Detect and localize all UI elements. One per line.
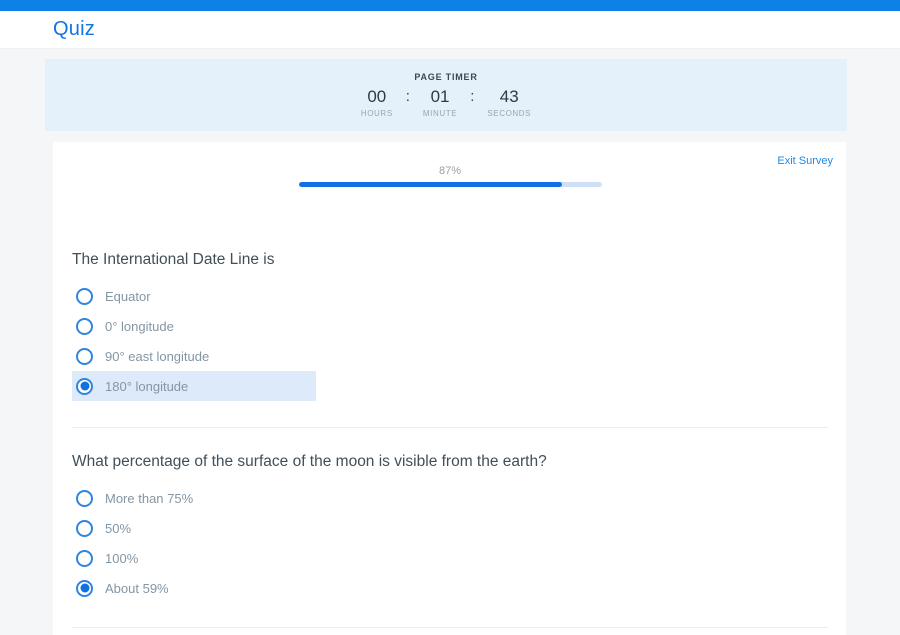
timer-seconds-cell: 43 SECONDS bbox=[487, 88, 531, 118]
radio-option-label: 0° longitude bbox=[105, 319, 174, 334]
radio-option-label: Equator bbox=[105, 289, 151, 304]
timer-minutes-cell: 01 MINUTE bbox=[423, 88, 457, 118]
radio-option[interactable]: More than 75% bbox=[72, 483, 316, 513]
radio-checked-icon[interactable] bbox=[76, 378, 93, 395]
exit-survey-link[interactable]: Exit Survey bbox=[777, 155, 833, 167]
radio-option[interactable]: 100% bbox=[72, 543, 316, 573]
timer-hours-value: 00 bbox=[367, 88, 386, 105]
radio-option-label: 100% bbox=[105, 551, 138, 566]
radio-icon[interactable] bbox=[76, 520, 93, 537]
radio-option[interactable]: Equator bbox=[72, 281, 316, 311]
progress-section: 87% bbox=[299, 165, 602, 187]
timer-seconds-value: 43 bbox=[500, 88, 519, 105]
survey-card: Exit Survey 87% The International Date L… bbox=[53, 142, 846, 635]
radio-option-label: 90° east longitude bbox=[105, 349, 209, 364]
question-1-options: Equator 0° longitude 90° east longitude … bbox=[72, 281, 828, 401]
page-timer-label: PAGE TIMER bbox=[45, 72, 847, 82]
question-block-1: The International Date Line is Equator 0… bbox=[72, 251, 828, 401]
page-timer-values: 00 HOURS : 01 MINUTE : 43 SECONDS bbox=[45, 88, 847, 118]
radio-icon[interactable] bbox=[76, 348, 93, 365]
question-divider bbox=[72, 427, 828, 428]
timer-seconds-unit: SECONDS bbox=[487, 109, 531, 118]
radio-icon[interactable] bbox=[76, 490, 93, 507]
progress-bar-track bbox=[299, 182, 602, 187]
radio-option[interactable]: 90° east longitude bbox=[72, 341, 316, 371]
progress-percent-label: 87% bbox=[299, 165, 602, 177]
question-2-options: More than 75% 50% 100% About 59% bbox=[72, 483, 828, 603]
question-block-2: What percentage of the surface of the mo… bbox=[72, 453, 828, 603]
top-accent-bar bbox=[0, 0, 900, 11]
timer-minutes-value: 01 bbox=[431, 88, 450, 105]
radio-option-label: About 59% bbox=[105, 581, 169, 596]
radio-option-label: More than 75% bbox=[105, 491, 193, 506]
radio-checked-icon[interactable] bbox=[76, 580, 93, 597]
question-1-title: The International Date Line is bbox=[72, 251, 828, 269]
page-timer-panel: PAGE TIMER 00 HOURS : 01 MINUTE : 43 SEC… bbox=[45, 59, 847, 131]
radio-option[interactable]: 50% bbox=[72, 513, 316, 543]
timer-minutes-unit: MINUTE bbox=[423, 109, 457, 118]
timer-hours-cell: 00 HOURS bbox=[361, 88, 393, 118]
timer-colon: : bbox=[470, 88, 474, 105]
timer-hours-unit: HOURS bbox=[361, 109, 393, 118]
question-2-title: What percentage of the surface of the mo… bbox=[72, 453, 828, 471]
radio-option-label: 180° longitude bbox=[105, 379, 188, 394]
progress-fill bbox=[299, 182, 563, 187]
timer-colon: : bbox=[406, 88, 410, 105]
page-header: Quiz bbox=[0, 11, 900, 49]
bottom-divider bbox=[72, 627, 828, 628]
page-title: Quiz bbox=[53, 18, 95, 41]
radio-option[interactable]: 0° longitude bbox=[72, 311, 316, 341]
radio-icon[interactable] bbox=[76, 550, 93, 567]
radio-icon[interactable] bbox=[76, 288, 93, 305]
radio-icon[interactable] bbox=[76, 318, 93, 335]
radio-option-selected[interactable]: About 59% bbox=[72, 573, 316, 603]
radio-option-label: 50% bbox=[105, 521, 131, 536]
radio-option-selected[interactable]: 180° longitude bbox=[72, 371, 316, 401]
